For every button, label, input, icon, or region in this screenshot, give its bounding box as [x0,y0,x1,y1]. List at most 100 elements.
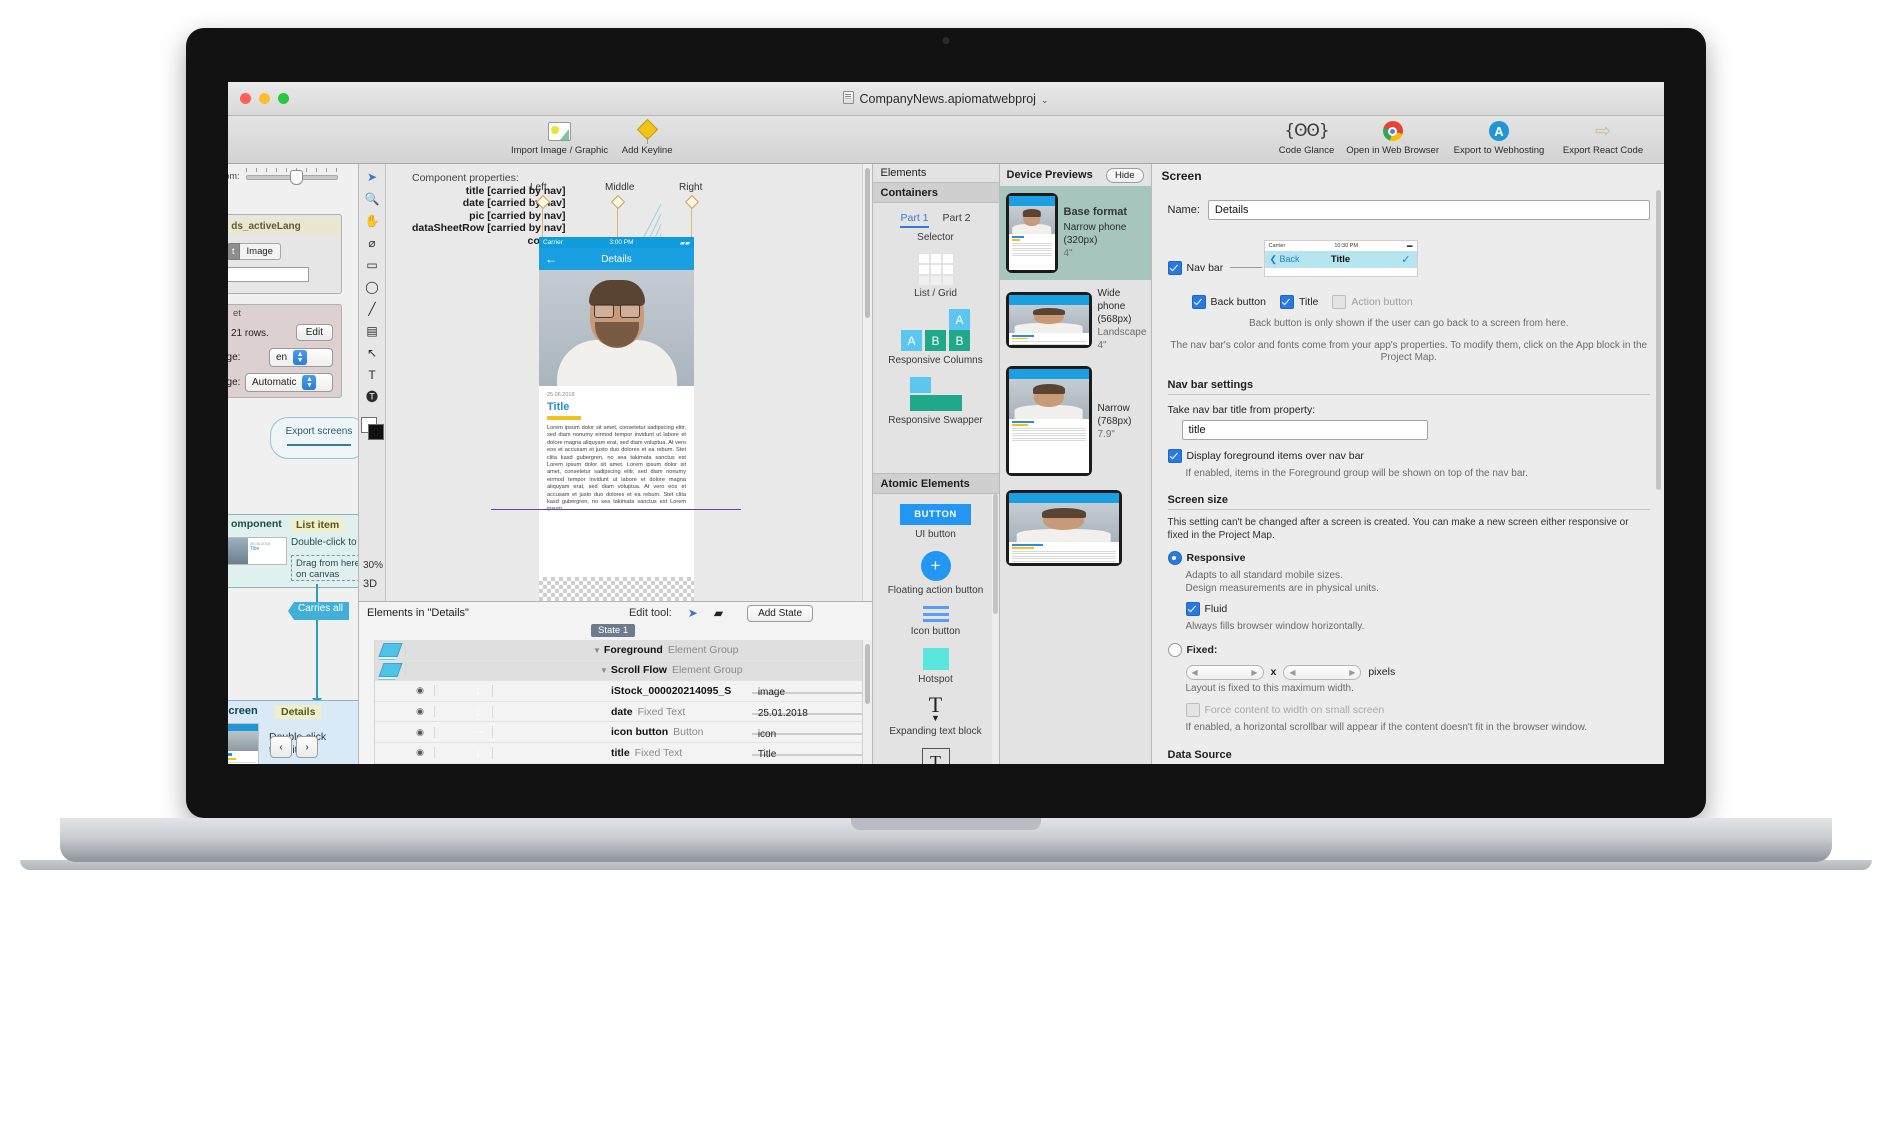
palette-body[interactable]: Part 1 Part 2 Selector List / Grid AB AB [873,203,999,473]
open-in-web-browser-button[interactable]: Open in Web Browser [1341,119,1444,156]
inspector-scrollbar[interactable] [1655,190,1662,758]
table-row[interactable]: ◉ ↓ date Fixed Text 25.01.2018 [375,702,872,723]
back-button-box[interactable] [1191,295,1206,309]
element-name[interactable]: date Fixed Text [493,706,748,718]
phone-title-text[interactable]: Title [547,401,686,413]
display-foreground-box[interactable] [1167,448,1182,463]
element-name[interactable]: icon button Button [493,726,748,738]
component-drag-area[interactable]: Drag from here t insert on canvas [291,555,358,581]
phone-mockup[interactable]: Carrier 3:00 PM ▰▰ ← Details 25.06.2018 … [539,237,694,577]
visibility-toggle[interactable]: ◉ [406,706,435,718]
atomic-body[interactable]: BUTTON UI button + Floating action butto… [873,494,999,764]
datasheet-auto-select[interactable]: Automatic ▲ ▼ [245,373,333,392]
state-tool-icon[interactable]: ▰ [714,606,723,620]
palette-item-expanding-text[interactable]: T ▼ Expanding text block [873,694,999,738]
containers-section-header[interactable]: Containers [872,182,999,203]
table-row[interactable]: ◉ — icon button Button icon [375,722,872,743]
back-button-checkbox[interactable]: Back button [1191,295,1266,309]
palette-scrollbar[interactable] [991,494,999,764]
tool-palette[interactable]: ➤ 🔍 ✋ ⌀ ▭ ◯ ╱ ▤ ↖ T 🅣 30% 3D [359,164,386,601]
title-checkbox[interactable]: Title [1279,295,1318,309]
nav-bar-checkbox-box[interactable] [1167,261,1182,275]
lang-field-input[interactable]: en [228,267,309,282]
ellipse-tool[interactable]: ◯ [364,279,381,294]
datasheet-lang-card[interactable]: ds_activeLang t Image e: en [228,214,342,294]
zoom-control[interactable]: Zoom: [228,168,358,185]
color-swatches[interactable] [361,417,384,440]
rectangle-tool[interactable]: ▭ [364,257,381,272]
device-rows-container[interactable]: Base format Narrow phone (320px) 4" Wide ph… [999,186,1151,764]
inspector-body[interactable]: Name: Details Nav bar Carrier 10:30 PM ▬… [1152,187,1665,764]
palette-item-icon-button[interactable]: Icon button [873,606,999,638]
add-keyline-button[interactable]: Add Keyline [615,118,679,156]
screen-name-input[interactable]: Details [1207,200,1650,220]
add-state-button[interactable]: Add State [747,604,813,622]
gradient-tool[interactable]: ▤ [364,323,381,338]
palette-tabs[interactable]: Part 1 Part 2 [873,203,999,228]
project-map-panel[interactable]: Zoom: ds_activeLang t Image e: en [228,164,359,764]
title-box[interactable] [1279,295,1294,309]
fixed-radio[interactable]: Fixed: [1167,642,1217,657]
datasheet-language-select[interactable]: en ▲ ▼ [269,348,333,367]
fluid-checkbox[interactable]: Fluid [1185,602,1227,616]
state-1-badge[interactable]: State 1 [591,624,636,637]
hero-image[interactable] [539,270,694,386]
palette-item-responsive-columns[interactable]: AB AB Responsive Columns [873,309,999,367]
table-row[interactable]: ◉ ↓ iStock_000020214095_S image [375,681,872,702]
back-arrow-icon[interactable]: ← [545,252,557,266]
palette-item-responsive-swapper[interactable]: Responsive Swapper [873,376,999,427]
hide-previews-button[interactable]: Hide [1105,167,1144,183]
nav-bar-checkbox[interactable]: Nav bar [1167,261,1223,275]
tab-part-1[interactable]: Part 1 [900,212,929,228]
atomic-section-header[interactable]: Atomic Elements [872,473,999,494]
tree-scrollbar[interactable] [861,640,872,764]
element-name[interactable]: iStock_000020214095_S [493,685,748,697]
segment-text[interactable]: t [228,243,240,260]
canvas-3d-toggle[interactable]: 3D [363,578,377,590]
phone-body-text[interactable]: Lorem ipsum dolor sit amet, consetetur s… [547,425,686,514]
hand-tool[interactable]: ✋ [364,213,381,228]
fixed-height-stepper[interactable]: ◀ ▶ [1283,664,1362,680]
fixed-width-stepper[interactable]: ◀ ▶ [1185,664,1264,680]
background-color-swatch[interactable] [368,424,384,440]
visibility-toggle[interactable]: ◉ [406,747,435,759]
phone-date-text[interactable]: 25.06.2018 [547,392,686,398]
text-tool[interactable]: T [364,367,381,382]
export-react-button[interactable]: ⇨ Export React Code [1554,119,1652,157]
palette-item-fixed-text[interactable]: T Fixed text block [873,747,999,764]
import-image-button[interactable]: Import Image / Graphic [506,119,613,156]
pager-next-button[interactable]: › [296,736,318,758]
disclosure-icon[interactable]: ▼ [600,666,608,675]
palette-item-fab[interactable]: + Floating action button [873,550,999,597]
code-glance-button[interactable]: {ʘʘ} Code Glance [1274,119,1339,156]
visibility-toggle[interactable]: ◉ [406,726,435,738]
table-row[interactable]: ◉ ↓ title Fixed Text Title [375,743,872,764]
responsive-radio-dot[interactable] [1167,551,1182,565]
element-name[interactable]: ▼ Scroll Flow Element Group [493,664,748,676]
device-preview-item[interactable] [1000,483,1151,573]
palette-item-ui-button[interactable]: BUTTON UI button [873,504,999,541]
table-row[interactable]: ▼ Foreground Element Group [375,640,872,661]
device-preview-item[interactable]: Base format Narrow phone (320px) 4" [999,186,1151,280]
pager-prev-button[interactable]: ‹ [270,736,292,758]
fixed-radio-dot[interactable] [1167,642,1182,657]
canvas-scrollbar[interactable] [861,164,872,601]
fluid-box[interactable] [1185,602,1200,616]
text-box-tool[interactable]: 🅣 [364,389,381,404]
device-preview-item[interactable]: Narrow (768px) 7.9" [1000,359,1151,483]
visibility-toggle[interactable]: ◉ [406,685,435,697]
zoom-slider[interactable] [245,168,338,185]
eyedropper-tool[interactable]: ⌀ [364,235,381,250]
palette-item-list-grid[interactable]: List / Grid [873,253,999,300]
export-webhosting-button[interactable]: A Export to Webhosting [1446,119,1552,156]
elements-tree[interactable]: ▼ Foreground Element Group ▼ Scroll Flow Elem… [359,640,872,764]
line-tool[interactable]: ╱ [364,301,381,316]
palette-item-hotspot[interactable]: Hotspot [873,647,999,686]
direct-select-tool[interactable]: ↖ [364,345,381,360]
tab-part-2[interactable]: Part 2 [943,212,971,228]
magnifier-tool[interactable]: 🔍 [364,191,381,206]
phone-rectangle-shape[interactable] [547,416,581,420]
disclosure-icon[interactable]: ▼ [593,646,601,655]
responsive-radio[interactable]: Responsive [1167,551,1245,565]
title-from-property-input[interactable]: title [1181,419,1428,440]
